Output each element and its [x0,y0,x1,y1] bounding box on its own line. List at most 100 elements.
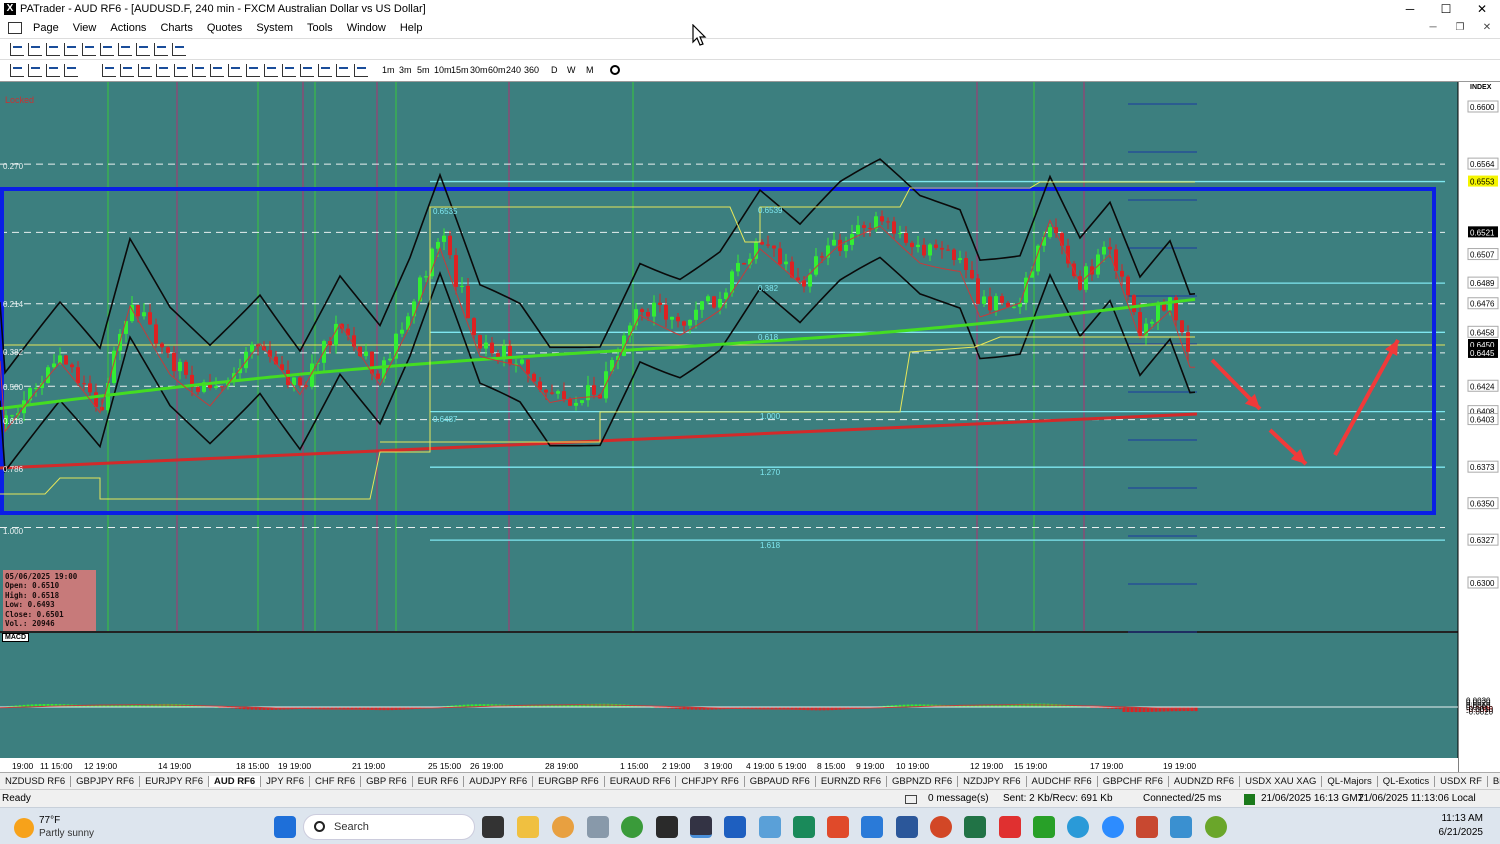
symbol-tab[interactable]: USDX XAU XAG [1240,775,1323,787]
symbol-tab[interactable]: AUDNZD RF6 [1169,775,1241,787]
symbol-tab[interactable]: JPY RF6 [261,775,310,787]
chart-type-icon[interactable] [28,43,42,56]
menu-page[interactable]: Page [26,22,66,34]
tf-30m[interactable]: 30m [470,65,488,75]
drawing-tool-icon[interactable] [192,64,206,77]
tf-60m[interactable]: 60m [488,65,506,75]
app-icon-7[interactable] [1136,816,1158,838]
drawing-tool-icon[interactable] [282,64,296,77]
chart-type-icon[interactable] [10,43,24,56]
tf-daily[interactable]: D [551,65,558,75]
tf-10m[interactable]: 10m [434,65,452,75]
symbol-tab[interactable]: GBPNZD RF6 [887,775,959,787]
mdi-minimize-button[interactable]: ─ [1422,20,1444,36]
taskview-icon[interactable] [482,816,504,838]
maximize-button[interactable]: ☐ [1428,0,1464,18]
drawing-tool-icon[interactable] [246,64,260,77]
symbol-tab[interactable]: GBP RF6 [361,775,413,787]
telegram-icon[interactable] [1067,816,1089,838]
symbol-tab[interactable]: AUDJPY RF6 [464,775,534,787]
tf-monthly[interactable]: M [586,65,594,75]
symbol-tab[interactable]: GBPAUD RF6 [745,775,816,787]
drawing-tool-icon[interactable] [174,64,188,77]
drawing-tool-icon[interactable] [138,64,152,77]
minimize-button[interactable]: ─ [1392,0,1428,18]
drawing-tool-icon[interactable] [354,64,368,77]
symbol-tab[interactable]: GBPCHF RF6 [1098,775,1169,787]
trading-app-icon[interactable] [656,816,678,838]
drawing-tool-icon[interactable] [120,64,134,77]
chart-type-icon[interactable] [154,43,168,56]
patrader-icon[interactable] [690,816,712,838]
menu-actions[interactable]: Actions [103,22,153,34]
drawing-tool-icon[interactable] [102,64,116,77]
drawing-tool-icon[interactable] [46,64,60,77]
chart-type-icon[interactable] [46,43,60,56]
app-icon-8[interactable] [1170,816,1192,838]
drawing-tool-icon[interactable] [300,64,314,77]
menu-view[interactable]: View [66,22,104,34]
tf-5m[interactable]: 5m [417,65,430,75]
drawing-tool-icon[interactable] [210,64,224,77]
app-icon-9[interactable] [1205,816,1227,838]
start-icon[interactable] [274,816,296,838]
taskbar-search[interactable]: Search [303,814,475,840]
symbol-tab[interactable]: USDX RF [1435,775,1488,787]
symbol-tab[interactable]: QL-Exotics [1378,775,1436,787]
symbol-tab[interactable]: GBPJPY RF6 [71,775,141,787]
app-icon-2[interactable] [793,816,815,838]
chart-type-icon[interactable] [136,43,150,56]
chart-type-icon[interactable] [172,43,186,56]
symbol-tab[interactable]: NZDJPY RF6 [958,775,1027,787]
symbol-tab[interactable]: QL-Majors [1322,775,1378,787]
symbol-tab[interactable]: CHFJPY RF6 [676,775,745,787]
drawing-tool-icon[interactable] [336,64,350,77]
file-explorer-icon[interactable] [517,816,539,838]
menu-charts[interactable]: Charts [153,22,199,34]
drawing-tool-icon[interactable] [64,64,78,77]
app-icon-6[interactable] [1033,816,1055,838]
chart-type-icon[interactable] [82,43,96,56]
symbol-tab[interactable]: EURJPY RF6 [140,775,209,787]
drawing-tool-icon[interactable] [28,64,42,77]
taskbar-clock[interactable]: 11:13 AM 6/21/2025 [1439,812,1484,840]
drawing-tool-icon[interactable] [10,64,24,77]
app-icon-4[interactable] [861,816,883,838]
zoom-icon[interactable] [1102,816,1124,838]
tf-weekly[interactable]: W [567,65,576,75]
drawing-tool-icon[interactable] [264,64,278,77]
menu-window[interactable]: Window [340,22,393,34]
app-icon-5[interactable] [999,816,1021,838]
menu-help[interactable]: Help [393,22,430,34]
drawing-tool-icon[interactable] [318,64,332,77]
symbol-tab[interactable]: AUD RF6 [208,775,262,787]
clock-icon[interactable] [610,65,620,75]
menu-tools[interactable]: Tools [300,22,340,34]
symbol-tab[interactable]: Bitcoin [1488,776,1500,787]
price-chart[interactable]: 0.6600 0.6564 0.6553 0.6521 0.6507 0.6489 0.64… [0,82,1500,772]
tf-15m[interactable]: 15m [451,65,469,75]
notes-icon[interactable] [724,816,746,838]
app-icon-3[interactable] [827,816,849,838]
menu-quotes[interactable]: Quotes [200,22,249,34]
mdi-restore-button[interactable]: ❐ [1449,20,1471,36]
tf-3m[interactable]: 3m [399,65,412,75]
chrome-icon[interactable] [621,816,643,838]
symbol-tab[interactable]: EURGBP RF6 [533,775,605,787]
drawing-tool-icon[interactable] [228,64,242,77]
symbol-tab[interactable]: EUR RF6 [413,775,465,787]
close-button[interactable]: ✕ [1464,0,1500,18]
word-icon[interactable] [896,816,918,838]
excel-icon[interactable] [964,816,986,838]
chart-canvas[interactable]: 0.6600 0.6564 0.6553 0.6521 0.6507 0.6489 0.64… [0,82,1500,772]
calculator-icon[interactable] [587,816,609,838]
chart-type-icon[interactable] [64,43,78,56]
symbol-tab[interactable]: EURNZD RF6 [816,775,887,787]
chart-type-icon[interactable] [118,43,132,56]
tf-360[interactable]: 360 [524,65,539,75]
tf-1m[interactable]: 1m [382,65,395,75]
tf-240[interactable]: 240 [506,65,521,75]
symbol-tab[interactable]: NZDUSD RF6 [0,775,72,787]
symbol-tab[interactable]: AUDCHF RF6 [1027,775,1098,787]
app-icon-1[interactable] [552,816,574,838]
